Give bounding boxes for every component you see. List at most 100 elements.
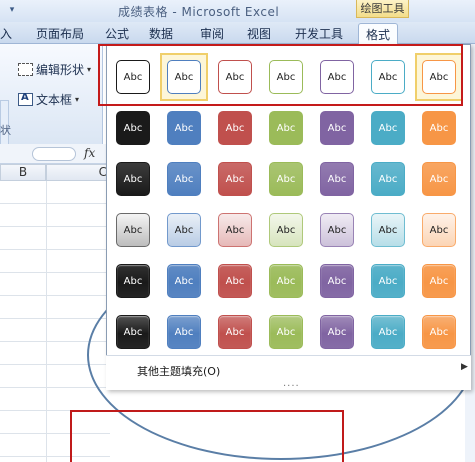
style-swatch-r1-c4[interactable]: Abc <box>269 60 303 94</box>
swatch-label: Abc <box>123 224 143 236</box>
style-swatch-r6-c3[interactable]: Abc <box>218 315 252 349</box>
swatch-label: Abc <box>276 275 296 287</box>
style-swatch-r2-c4[interactable]: Abc <box>269 111 303 145</box>
shape-style-gallery: Abc Abc Abc Abc Abc Abc Abc Abc Abc Abc Abc Abc Abc A… <box>106 44 471 390</box>
title-bar: ▾ 成绩表格 - Microsoft Excel 绘图工具 <box>0 0 475 22</box>
style-swatch-r1-c5[interactable]: Abc <box>320 60 354 94</box>
style-swatch-r1-c2[interactable]: Abc <box>167 60 201 94</box>
ribbon-tab-bar: 入 页面布局 公式 数据 审阅 视图 开发工具 格式 <box>0 22 475 44</box>
window-title: 成绩表格 - Microsoft Excel <box>118 5 280 19</box>
style-swatch-r1-c1[interactable]: Abc <box>116 60 150 94</box>
swatch-label: Abc <box>327 173 347 185</box>
swatch-label: Abc <box>276 71 296 83</box>
style-swatch-r4-c5[interactable]: Abc <box>320 213 354 247</box>
swatch-label: Abc <box>123 173 143 185</box>
swatch-label: Abc <box>174 275 194 287</box>
resize-grip-icon[interactable]: .... <box>283 378 300 389</box>
gallery-footer: 其他主题填充(O) ▶ .... <box>106 355 471 390</box>
style-swatch-r4-c4[interactable]: Abc <box>269 213 303 247</box>
swatch-label: Abc <box>123 71 143 83</box>
quick-access-dropdown-icon[interactable]: ▾ <box>4 3 20 17</box>
style-swatch-r5-c2[interactable]: Abc <box>167 264 201 298</box>
tab-formulas[interactable]: 公式 <box>105 25 129 42</box>
swatch-label: Abc <box>429 71 449 83</box>
style-swatch-r2-c6[interactable]: Abc <box>371 111 405 145</box>
tab-data[interactable]: 数据 <box>149 25 173 42</box>
swatch-label: Abc <box>429 173 449 185</box>
style-swatch-r5-c4[interactable]: Abc <box>269 264 303 298</box>
style-swatch-r4-c2[interactable]: Abc <box>167 213 201 247</box>
style-swatch-r5-c5[interactable]: Abc <box>320 264 354 298</box>
swatch-label: Abc <box>225 326 245 338</box>
style-swatch-r6-c4[interactable]: Abc <box>269 315 303 349</box>
swatch-label: Abc <box>327 275 347 287</box>
style-swatch-r3-c7[interactable]: Abc <box>422 162 456 196</box>
style-swatch-r5-c1[interactable]: Abc <box>116 264 150 298</box>
style-swatch-r4-c7[interactable]: Abc <box>422 213 456 247</box>
style-swatch-r6-c5[interactable]: Abc <box>320 315 354 349</box>
style-swatch-r5-c7[interactable]: Abc <box>422 264 456 298</box>
style-swatch-r1-c7[interactable]: Abc <box>422 60 456 94</box>
style-swatch-r6-c1[interactable]: Abc <box>116 315 150 349</box>
tab-review[interactable]: 审阅 <box>200 25 224 42</box>
swatch-label: Abc <box>429 224 449 236</box>
swatch-label: Abc <box>276 326 296 338</box>
style-swatch-r3-c1[interactable]: Abc <box>116 162 150 196</box>
ribbon-panel: 编辑形状 ▾ 文本框 ▾ 状 <box>0 44 103 146</box>
style-swatch-r4-c1[interactable]: Abc <box>116 213 150 247</box>
name-box[interactable] <box>32 147 76 161</box>
tab-developer[interactable]: 开发工具 <box>295 25 343 42</box>
text-box-button[interactable]: 文本框 ▾ <box>18 91 79 108</box>
swatch-label: Abc <box>174 173 194 185</box>
edit-shape-button[interactable]: 编辑形状 ▾ <box>18 61 91 78</box>
text-box-label: 文本框 <box>36 93 73 107</box>
style-swatch-r4-c3[interactable]: Abc <box>218 213 252 247</box>
grid-column-divider <box>46 181 47 462</box>
more-theme-fills-button[interactable]: 其他主题填充(O) <box>137 363 220 379</box>
fx-icon[interactable]: fx <box>84 146 95 160</box>
style-swatch-r5-c6[interactable]: Abc <box>371 264 405 298</box>
style-swatch-r6-c7[interactable]: Abc <box>422 315 456 349</box>
swatch-label: Abc <box>378 71 398 83</box>
chevron-down-icon: ▾ <box>87 65 92 74</box>
tab-view[interactable]: 视图 <box>247 25 271 42</box>
tab-page-layout[interactable]: 页面布局 <box>36 25 84 42</box>
swatch-label: Abc <box>225 122 245 134</box>
style-swatch-r2-c7[interactable]: Abc <box>422 111 456 145</box>
style-swatch-r1-c6[interactable]: Abc <box>371 60 405 94</box>
tab-insert[interactable]: 入 <box>0 25 12 42</box>
style-swatch-r3-c4[interactable]: Abc <box>269 162 303 196</box>
style-swatch-r2-c3[interactable]: Abc <box>218 111 252 145</box>
style-swatch-r3-c2[interactable]: Abc <box>167 162 201 196</box>
style-swatch-r4-c6[interactable]: Abc <box>371 213 405 247</box>
edit-shape-icon <box>18 63 33 76</box>
swatch-label: Abc <box>174 326 194 338</box>
style-swatch-r3-c6[interactable]: Abc <box>371 162 405 196</box>
column-header-c[interactable]: C <box>46 164 110 181</box>
style-swatch-r5-c3[interactable]: Abc <box>218 264 252 298</box>
style-swatch-r3-c3[interactable]: Abc <box>218 162 252 196</box>
column-header-b[interactable]: B <box>0 164 46 181</box>
swatch-label: Abc <box>276 224 296 236</box>
style-swatch-r6-c6[interactable]: Abc <box>371 315 405 349</box>
style-swatch-r2-c2[interactable]: Abc <box>167 111 201 145</box>
swatch-label: Abc <box>174 122 194 134</box>
style-swatch-r2-c5[interactable]: Abc <box>320 111 354 145</box>
style-swatch-r2-c1[interactable]: Abc <box>116 111 150 145</box>
text-box-icon <box>18 92 33 106</box>
style-swatch-r3-c5[interactable]: Abc <box>320 162 354 196</box>
swatch-label: Abc <box>327 326 347 338</box>
edit-shape-label: 编辑形状 <box>36 63 85 77</box>
swatch-label: Abc <box>378 173 398 185</box>
swatch-label: Abc <box>429 122 449 134</box>
style-swatch-r6-c2[interactable]: Abc <box>167 315 201 349</box>
drawing-tools-context-header: 绘图工具 <box>356 0 409 18</box>
tab-format[interactable]: 格式 <box>358 23 399 44</box>
swatch-label: Abc <box>378 275 398 287</box>
swatch-label: Abc <box>174 224 194 236</box>
swatch-label: Abc <box>327 71 347 83</box>
annotation-rectangle <box>70 410 344 462</box>
ribbon-group-label: 状 <box>0 124 11 137</box>
swatch-label: Abc <box>225 275 245 287</box>
style-swatch-r1-c3[interactable]: Abc <box>218 60 252 94</box>
